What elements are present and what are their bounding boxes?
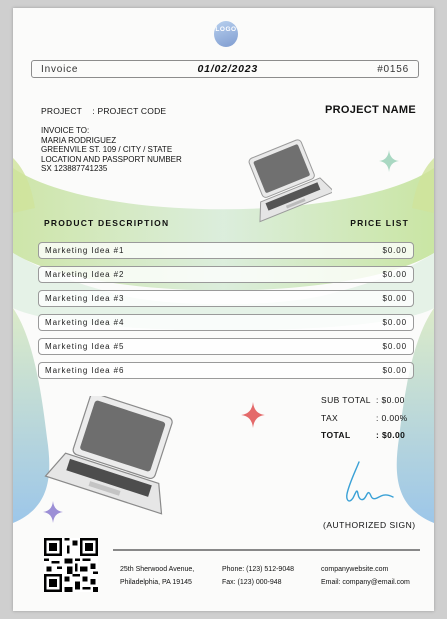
footer-email[interactable]: Email: company@email.com — [321, 576, 410, 589]
row-price: $0.00 — [382, 246, 407, 255]
table-row: Marketing Idea #6 $0.00 — [38, 362, 414, 379]
invoice-to-block: INVOICE TO: MARIA RODRIGUEZ GREENVILE ST… — [41, 126, 182, 174]
row-price: $0.00 — [382, 294, 407, 303]
project-code-line: PROJECT : PROJECT CODE — [41, 106, 166, 116]
project-code: : PROJECT CODE — [92, 106, 167, 116]
row-description: Marketing Idea #1 — [45, 246, 125, 255]
footer-divider — [113, 549, 420, 551]
sparkle-red-icon — [241, 402, 265, 428]
invoice-number: #0156 — [377, 63, 409, 75]
project-label: PROJECT — [41, 106, 83, 116]
footer-phone-block: Phone: (123) 512-9048 Fax: (123) 000-948 — [222, 563, 294, 589]
row-price: $0.00 — [382, 366, 407, 375]
column-header-price: PRICE LIST — [350, 218, 409, 228]
project-name: PROJECT NAME — [325, 104, 416, 116]
column-header-description: PRODUCT DESCRIPTION — [44, 218, 170, 228]
client-location: LOCATION AND PASSPORT NUMBER — [41, 154, 182, 164]
client-address: GREENVILE ST. 109 / CITY / STATE — [41, 145, 173, 154]
qr-code-icon — [44, 538, 98, 592]
row-description: Marketing Idea #5 — [45, 342, 125, 351]
footer-address: 25th Sherwood Avenue, Philadelphia, PA 1… — [120, 563, 194, 589]
authorized-sign-label: (AUTHORIZED SIGN) — [323, 520, 416, 530]
laptop-large-icon — [44, 396, 173, 515]
row-price: $0.00 — [382, 318, 407, 327]
signature-icon — [346, 461, 394, 502]
row-description: Marketing Idea #6 — [45, 366, 125, 375]
invoice-date: 01/02/2023 — [197, 63, 259, 75]
table-row: Marketing Idea #5 $0.00 — [38, 338, 414, 355]
tax-value: : 0.00% — [376, 413, 408, 423]
footer-contact-block: companywebsite.com Email: company@email.… — [321, 563, 410, 589]
footer-website[interactable]: companywebsite.com — [321, 563, 410, 576]
row-description: Marketing Idea #2 — [45, 270, 125, 279]
address-line1: 25th Sherwood Avenue, — [120, 566, 195, 573]
row-price: $0.00 — [382, 270, 407, 279]
subtotal-value: : $0.00 — [376, 395, 405, 405]
client-name: MARIA RODRIGUEZ — [41, 135, 117, 145]
laptop-icon — [248, 139, 332, 223]
row-description: Marketing Idea #4 — [45, 318, 125, 327]
address-line2: Philadelphia, PA 19145 — [120, 579, 192, 586]
table-row: Marketing Idea #4 $0.00 — [38, 314, 414, 331]
total-line: TOTAL : $0.00 — [321, 430, 405, 440]
table-row: Marketing Idea #3 $0.00 — [38, 290, 414, 307]
sparkle-icon — [379, 150, 399, 172]
invoice-to-label: INVOICE TO: — [41, 126, 90, 135]
invoice-label: Invoice — [41, 63, 79, 75]
total-value: : $0.00 — [376, 430, 406, 440]
table-row: Marketing Idea #1 $0.00 — [38, 242, 414, 259]
subtotal-label: SUB TOTAL — [321, 395, 371, 405]
invoice-header-bar: Invoice 01/02/2023 #0156 — [31, 60, 419, 78]
sparkle-purple-icon — [43, 501, 63, 523]
company-logo: LOGO — [214, 21, 238, 47]
row-price: $0.00 — [382, 342, 407, 351]
invoice-sheet: LOGO Invoice 01/02/2023 #0156 PROJECT : … — [13, 8, 434, 611]
total-label: TOTAL — [321, 430, 351, 440]
table-row: Marketing Idea #2 $0.00 — [38, 266, 414, 283]
footer-phone: Phone: (123) 512-9048 — [222, 566, 294, 573]
tax-line: TAX : 0.00% — [321, 413, 408, 423]
client-passport: SX 123887741235 — [41, 164, 108, 173]
footer-fax: Fax: (123) 000-948 — [222, 579, 282, 586]
subtotal-line: SUB TOTAL : $0.00 — [321, 395, 405, 405]
tax-label: TAX — [321, 413, 339, 423]
row-description: Marketing Idea #3 — [45, 294, 125, 303]
